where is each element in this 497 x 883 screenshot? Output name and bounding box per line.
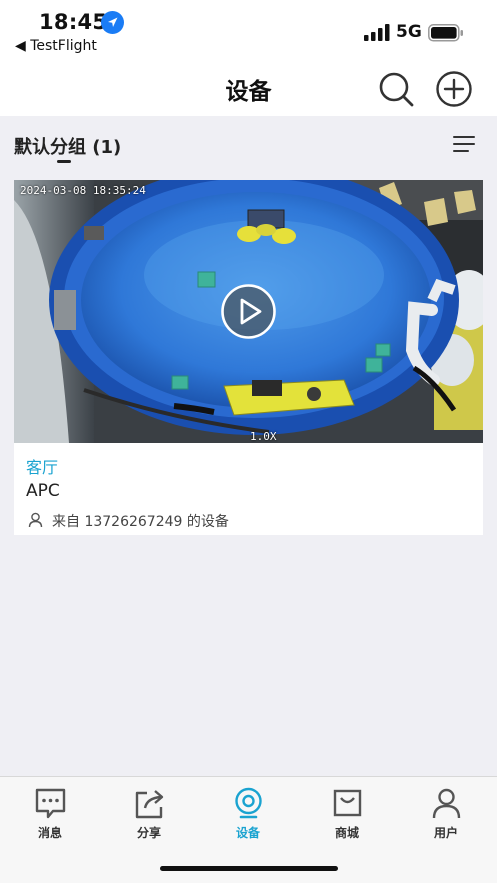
page-title: 设备 [225,79,272,105]
add-circle-icon[interactable] [435,70,473,108]
cellular-signal-icon [364,24,390,41]
nav-bar: 设备 [0,60,497,116]
tab-store[interactable]: 商城 [307,787,387,847]
group-tab-indicator [57,160,71,163]
message-icon [35,788,66,819]
device-video-thumbnail[interactable]: 2024-03-08 18:35:24 1.0X [14,180,483,443]
group-title[interactable]: 默认分组 (1) [14,133,121,159]
share-icon [135,790,164,819]
store-icon [333,789,362,817]
tab-label: 消息 [37,826,62,840]
tab-message[interactable]: 消息 [10,787,90,847]
network-type: 5G [396,22,422,42]
tab-device[interactable]: 设备 [208,787,288,847]
device-owner: 来自 13726267249 的设备 [52,514,229,530]
tab-label: 用户 [433,826,458,840]
video-timestamp: 2024-03-08 18:35:24 [20,184,146,197]
location-arrow-icon [101,11,124,34]
status-time: 18:45 [39,10,108,34]
status-bar: 18:45 ◀ TestFlight 5G [0,0,497,60]
battery-icon [428,24,463,42]
person-icon [28,512,43,528]
search-icon[interactable] [377,70,415,108]
back-to-testflight-link[interactable]: ◀ TestFlight [15,38,97,54]
list-menu-icon[interactable] [452,134,476,154]
tab-label: 设备 [235,826,260,840]
zoom-level: 1.0X [250,430,277,443]
tab-label: 商城 [334,826,359,840]
play-icon[interactable] [220,283,277,340]
tab-share[interactable]: 分享 [109,787,189,847]
device-name: APC [26,481,60,501]
device-room: 客厅 [26,458,59,477]
tab-label: 分享 [136,826,161,840]
home-indicator [160,866,338,871]
device-icon [235,787,262,819]
device-card[interactable]: 2024-03-08 18:35:24 1.0X 客厅 APC 来自 13726… [14,180,483,535]
user-icon [432,788,461,819]
group-header: 默认分组 (1) [0,116,497,172]
tab-user[interactable]: 用户 [406,787,486,847]
